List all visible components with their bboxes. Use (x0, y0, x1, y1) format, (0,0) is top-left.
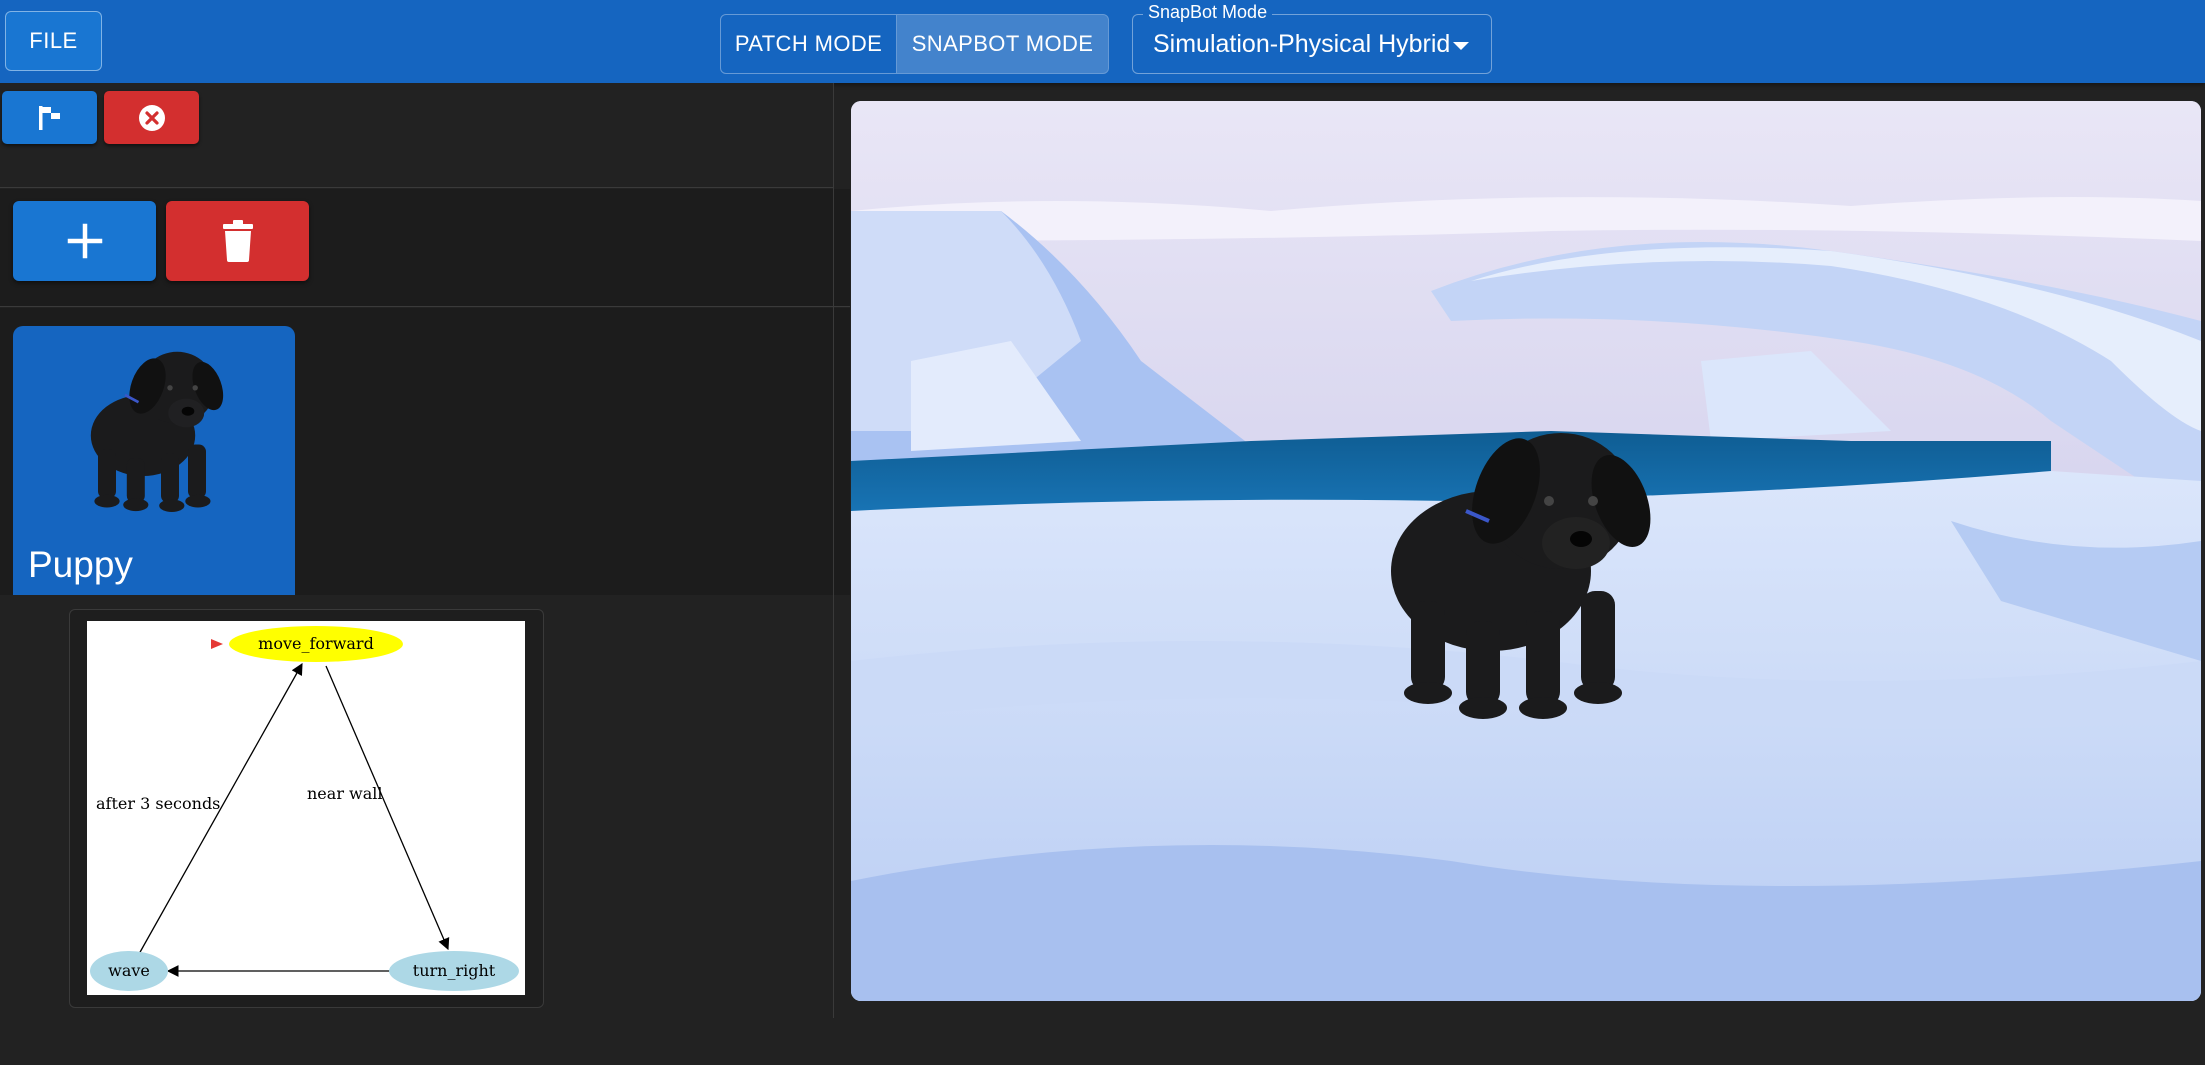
state-label: turn_right (413, 961, 496, 980)
snapbot-mode-select[interactable]: SnapBot Mode Simulation-Physical Hybrid (1132, 2, 1492, 74)
state-node-wave[interactable]: wave (90, 951, 168, 991)
sprite-name: Puppy (28, 544, 133, 585)
state-node-move-forward[interactable]: move_forward (229, 626, 403, 662)
snapbot-mode-label: SnapBot Mode (1143, 2, 1273, 23)
mode-toggle-group: PATCH MODE SNAPBOT MODE (720, 14, 1109, 74)
trash-icon (222, 220, 253, 262)
run-controls (0, 83, 833, 188)
file-button[interactable]: FILE (5, 11, 102, 71)
left-panel: Puppy (0, 83, 850, 595)
panel-divider (833, 83, 834, 1018)
arctic-backdrop (851, 101, 2201, 1001)
edge-label-near-wall: near wall (307, 784, 383, 803)
edge-move-forward-turn-right (325, 665, 450, 951)
state-label: wave (108, 961, 150, 980)
close-circle-icon (138, 104, 165, 131)
delete-sprite-button[interactable] (166, 201, 309, 281)
sprite-card-puppy[interactable]: Puppy (13, 326, 295, 595)
flag-icon (38, 105, 60, 130)
initial-state-arrow-icon (211, 639, 223, 649)
plus-icon (67, 223, 102, 259)
edge-label-after-3-seconds: after 3 seconds (96, 794, 220, 813)
app-bar: FILE PATCH MODE SNAPBOT MODE SnapBot Mod… (0, 0, 2205, 83)
snapbot-mode-value: Simulation-Physical Hybrid (1153, 30, 1451, 58)
state-machine-diagram: near wall after 3 seconds move_forward t… (87, 621, 525, 995)
caret-down-icon (1453, 42, 1469, 50)
state-node-turn-right[interactable]: turn_right (389, 951, 519, 991)
puppy-thumbnail (90, 351, 224, 512)
patch-mode-button[interactable]: PATCH MODE (721, 15, 898, 73)
snapbot-mode-button[interactable]: SNAPBOT MODE (897, 15, 1108, 73)
add-sprite-button[interactable] (13, 201, 156, 281)
stop-button[interactable] (104, 91, 199, 144)
state-label: move_forward (258, 634, 374, 653)
stage-canvas[interactable] (851, 101, 2201, 1001)
sprite-list: Puppy (0, 308, 850, 595)
run-button[interactable] (2, 91, 97, 144)
sprite-actions (0, 189, 850, 307)
